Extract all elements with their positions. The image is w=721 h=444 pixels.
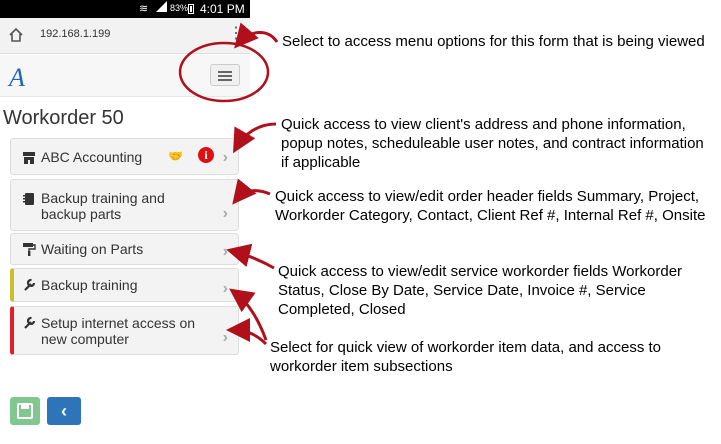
- info-icon[interactable]: i: [198, 147, 214, 163]
- battery-icon: [188, 4, 194, 14]
- handshake-icon[interactable]: 🤝: [168, 149, 183, 163]
- status-card[interactable]: Waiting on Parts ›: [10, 233, 239, 265]
- menu-button[interactable]: [210, 64, 240, 86]
- browser-url-bar: 192.168.1.199 ⋮: [0, 18, 250, 54]
- chevron-left-icon: ‹: [61, 401, 67, 421]
- annotation-service: Quick access to view/edit service workor…: [278, 263, 683, 318]
- home-icon[interactable]: [8, 27, 24, 43]
- menu-bar-3: [218, 79, 232, 81]
- annotation-client: Quick access to view client's address an…: [281, 116, 704, 171]
- chevron-right-icon: ›: [222, 329, 228, 346]
- phone-screen: ≋ 83% 4:01 PM 192.168.1.199 ⋮ A Workorde…: [0, 0, 250, 444]
- notebook-icon: [23, 193, 34, 205]
- annotation-items: Select for quick view of workorder item …: [270, 339, 662, 375]
- item-card-2[interactable]: Setup internet access on new computer ›: [10, 306, 239, 355]
- building-icon: [23, 152, 35, 164]
- client-card[interactable]: ABC Accounting 🤝 i ›: [10, 138, 239, 175]
- signal-icon: [156, 1, 167, 12]
- app-logo[interactable]: A: [9, 63, 25, 93]
- summary-label: Backup training and backup parts: [41, 190, 165, 222]
- annotation-menu: Select to access menu options for this f…: [282, 33, 705, 50]
- chevron-right-icon: ›: [222, 280, 228, 297]
- chevron-right-icon: ›: [222, 243, 228, 260]
- wifi-icon: ≋: [139, 3, 149, 15]
- chevron-right-icon: ›: [222, 205, 228, 222]
- status-label: Waiting on Parts: [41, 241, 144, 257]
- paint-roller-icon: [23, 243, 36, 256]
- header-card[interactable]: Backup training and backup parts ›: [10, 179, 239, 231]
- menu-bar-2: [218, 75, 232, 77]
- url-field[interactable]: 192.168.1.199: [40, 28, 110, 40]
- status-bar: ≋ 83% 4:01 PM: [0, 0, 250, 18]
- battery-percent: 83%: [170, 3, 189, 13]
- back-button[interactable]: ‹: [47, 397, 81, 425]
- item-card-1[interactable]: Backup training ›: [10, 268, 239, 302]
- annotation-header: Quick access to view/edit order header f…: [275, 188, 706, 224]
- wrench-icon: [24, 278, 36, 291]
- item-label: Backup training: [41, 277, 138, 293]
- item-label: Setup internet access on new computer: [41, 315, 196, 347]
- page-title: Workorder 50: [3, 107, 124, 129]
- browser-menu-icon[interactable]: ⋮: [228, 26, 244, 42]
- save-icon: [17, 403, 33, 419]
- menu-bar-1: [218, 71, 232, 73]
- app-header: A: [0, 55, 250, 97]
- wrench-icon: [24, 316, 36, 329]
- chevron-right-icon: ›: [222, 149, 228, 166]
- clock: 4:01 PM: [200, 2, 245, 16]
- save-button[interactable]: [10, 397, 40, 425]
